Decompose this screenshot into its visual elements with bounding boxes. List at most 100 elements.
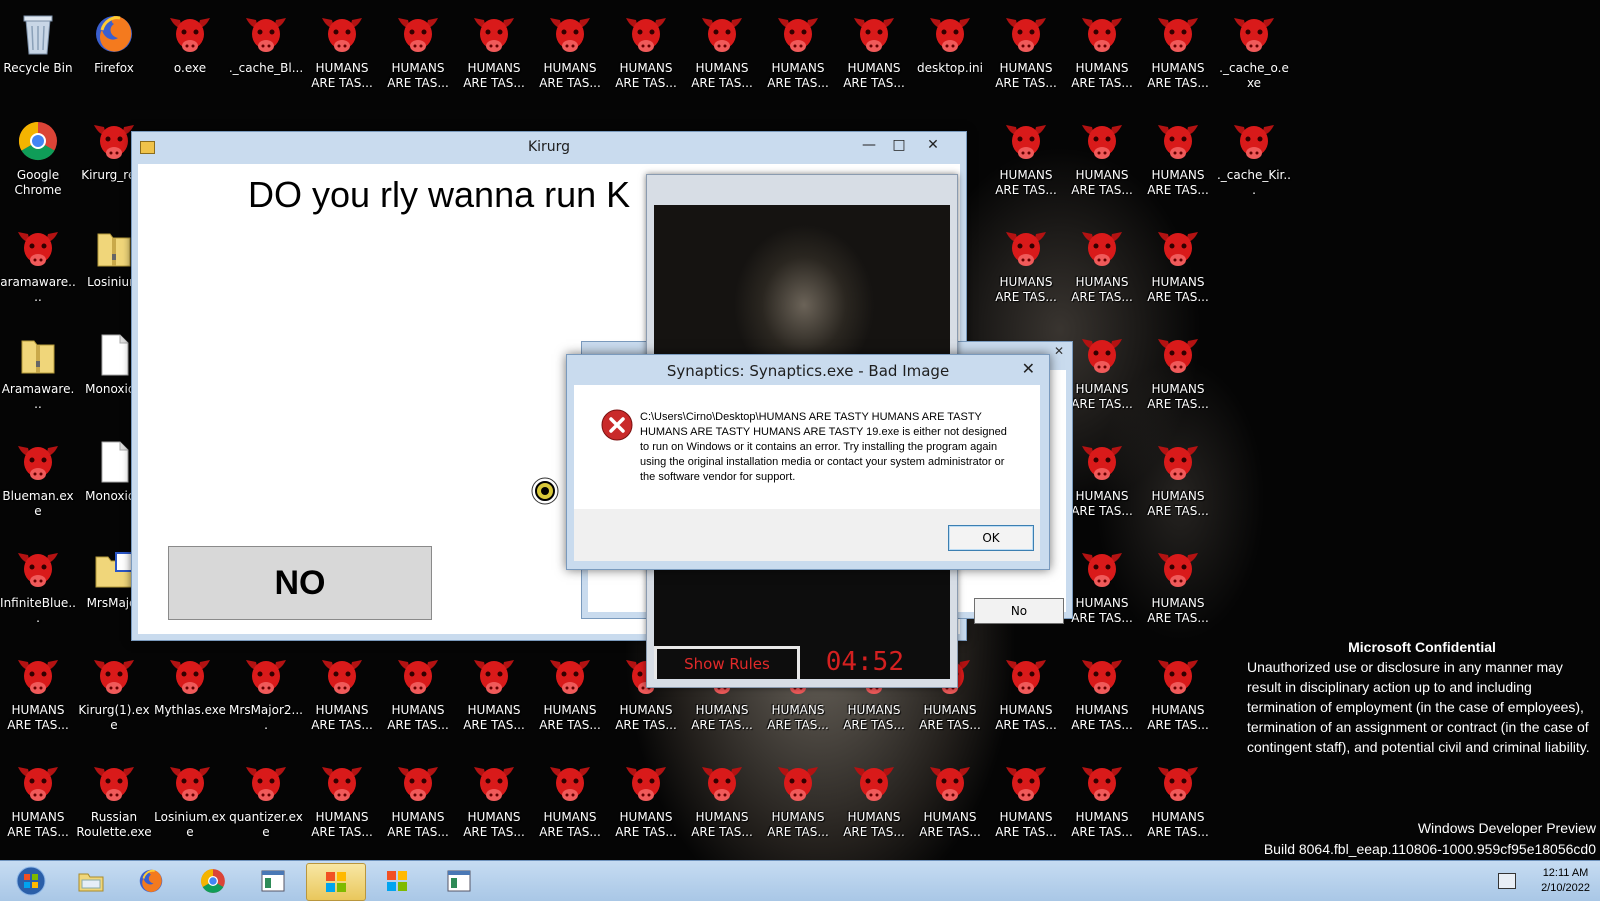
no-button[interactable]: NO [168, 546, 432, 620]
desktop-icon[interactable]: HUMANS ARE TAS... [380, 753, 456, 857]
desktop-icon[interactable]: MrsMajor2.... [228, 646, 304, 750]
desktop-icon-label: HUMANS ARE TAS... [1071, 489, 1133, 518]
desktop-icon[interactable]: HUMANS ARE TAS... [1064, 539, 1140, 643]
desktop-icon[interactable]: HUMANS ARE TAS... [1140, 432, 1216, 536]
desktop-icon[interactable]: HUMANS ARE TAS... [1064, 218, 1140, 322]
desktop-icon[interactable]: HUMANS ARE TAS... [684, 753, 760, 857]
desktop-icon[interactable]: HUMANS ARE TAS... [1140, 753, 1216, 857]
desktop-icon[interactable]: HUMANS ARE TAS... [456, 4, 532, 108]
desktop-icon[interactable]: HUMANS ARE TAS... [1064, 111, 1140, 215]
desktop-icon[interactable]: ._cache_Bl... [228, 4, 304, 108]
desktop-icon[interactable]: HUMANS ARE TAS... [1140, 539, 1216, 643]
start-orb-icon[interactable] [2, 863, 60, 899]
desktop-icon-label: HUMANS ARE TAS... [1071, 810, 1133, 839]
desktop-icon[interactable]: HUMANS ARE TAS... [1140, 218, 1216, 322]
desktop-icon-label: HUMANS ARE TAS... [1147, 168, 1209, 197]
ok-button[interactable]: OK [948, 525, 1034, 551]
bull-head-icon [470, 652, 518, 700]
video-frame [654, 205, 950, 355]
desktop-icon[interactable]: Blueman.exe [0, 432, 76, 536]
desktop-icon[interactable]: ._cache_Kir... [1216, 111, 1292, 215]
desktop-icon[interactable]: HUMANS ARE TAS... [608, 4, 684, 108]
no-button-small[interactable]: No [974, 598, 1064, 624]
countdown-timer: 04:52 [825, 647, 904, 677]
bull-head-icon [470, 759, 518, 807]
desktop-icon[interactable]: HUMANS ARE TAS... [988, 111, 1064, 215]
desktop-icon[interactable]: HUMANS ARE TAS... [1064, 432, 1140, 536]
desktop-icon[interactable]: HUMANS ARE TAS... [456, 753, 532, 857]
close-icon[interactable]: ✕ [1054, 344, 1064, 358]
desktop-icon-label: HUMANS ARE TAS... [539, 810, 601, 839]
maximize-icon[interactable]: □ [884, 134, 914, 156]
desktop-icon[interactable]: HUMANS ARE TAS... [836, 4, 912, 108]
bull-head-icon [166, 652, 214, 700]
close-icon[interactable]: ✕ [1022, 359, 1035, 378]
desktop-icon[interactable]: desktop.ini [912, 4, 988, 108]
desktop-icon[interactable]: HUMANS ARE TAS... [380, 646, 456, 750]
desktop-icon[interactable]: Russian Roulette.exe [76, 753, 152, 857]
desktop-icon[interactable]: HUMANS ARE TAS... [988, 753, 1064, 857]
desktop-icon[interactable]: Recycle Bin [0, 4, 76, 108]
desktop-icon-label: HUMANS ARE TAS... [767, 703, 829, 732]
kirurg-titlebar[interactable]: Kirurg — □ ✕ [132, 132, 966, 162]
desktop-icon[interactable]: HUMANS ARE TAS... [760, 753, 836, 857]
desktop-icon[interactable]: quantizer.exe [228, 753, 304, 857]
desktop-icon-label: HUMANS ARE TAS... [311, 810, 373, 839]
desktop-icon[interactable]: Losinium.exe [152, 753, 228, 857]
desktop-icon[interactable]: Mythlas.exe [152, 646, 228, 750]
desktop-icon[interactable]: InfiniteBlue... [0, 539, 76, 643]
desktop-icon[interactable]: HUMANS ARE TAS... [988, 218, 1064, 322]
desktop-icon[interactable]: HUMANS ARE TAS... [532, 4, 608, 108]
flag-app-icon[interactable] [368, 863, 426, 899]
message-area: C:\Users\Cirno\Desktop\HUMANS ARE TASTY … [574, 385, 1040, 509]
desktop-icon[interactable]: HUMANS ARE TAS... [304, 4, 380, 108]
desktop-icon[interactable]: HUMANS ARE TAS... [304, 753, 380, 857]
desktop-icon[interactable]: Kirurg(1).exe [76, 646, 152, 750]
desktop-icon[interactable]: HUMANS ARE TAS... [0, 753, 76, 857]
desktop-icon[interactable]: HUMANS ARE TAS... [304, 646, 380, 750]
clock[interactable]: 12:11 AM 2/10/2022 [1541, 866, 1590, 896]
desktop-icon[interactable]: HUMANS ARE TAS... [532, 753, 608, 857]
desktop-icon[interactable]: ._cache_o.exe [1216, 4, 1292, 108]
show-rules-button[interactable]: Show Rules [654, 646, 800, 679]
desktop-icon[interactable]: HUMANS ARE TAS... [988, 646, 1064, 750]
desktop-icon[interactable]: HUMANS ARE TAS... [532, 646, 608, 750]
bull-head-icon [1078, 652, 1126, 700]
desktop-icon[interactable]: HUMANS ARE TAS... [0, 646, 76, 750]
desktop-icon-label: Losinium.exe [154, 810, 226, 839]
desktop-icon[interactable]: HUMANS ARE TAS... [1064, 646, 1140, 750]
desktop-icon[interactable]: HUMANS ARE TAS... [684, 4, 760, 108]
desktop-icon[interactable]: HUMANS ARE TAS... [456, 646, 532, 750]
action-center-icon[interactable] [1498, 873, 1516, 889]
window-app-icon[interactable] [430, 863, 488, 899]
desktop-icon[interactable]: HUMANS ARE TAS... [1064, 4, 1140, 108]
desktop-icon[interactable]: HUMANS ARE TAS... [988, 4, 1064, 108]
file-explorer-icon[interactable] [62, 863, 120, 899]
desktop-icon[interactable]: HUMANS ARE TAS... [608, 753, 684, 857]
desktop-icon[interactable]: HUMANS ARE TAS... [1140, 325, 1216, 429]
desktop-icon[interactable]: HUMANS ARE TAS... [912, 753, 988, 857]
desktop-icon[interactable]: HUMANS ARE TAS... [1064, 325, 1140, 429]
desktop-icon[interactable]: Firefox [76, 4, 152, 108]
desktop-icon[interactable]: HUMANS ARE TAS... [836, 753, 912, 857]
bull-head-icon [242, 759, 290, 807]
desktop-icon[interactable]: o.exe [152, 4, 228, 108]
flag-app-icon[interactable] [306, 863, 366, 901]
desktop-icon[interactable]: Google Chrome [0, 111, 76, 215]
desktop-icon[interactable]: aramaware.... [0, 218, 76, 322]
taskbar: 12:11 AM 2/10/2022 [0, 860, 1600, 901]
bull-head-icon [1078, 117, 1126, 165]
window-app-icon[interactable] [244, 863, 302, 899]
desktop-icon[interactable]: HUMANS ARE TAS... [1140, 646, 1216, 750]
desktop-icon[interactable]: HUMANS ARE TAS... [1140, 4, 1216, 108]
desktop-icon[interactable]: HUMANS ARE TAS... [1064, 753, 1140, 857]
close-icon[interactable]: ✕ [918, 134, 948, 156]
desktop-icon[interactable]: Aramaware... [0, 325, 76, 429]
chrome-icon[interactable] [184, 863, 242, 899]
desktop-icon[interactable]: HUMANS ARE TAS... [1140, 111, 1216, 215]
desktop-icon[interactable]: HUMANS ARE TAS... [760, 4, 836, 108]
bull-head-icon [622, 759, 670, 807]
desktop-icon[interactable]: HUMANS ARE TAS... [380, 4, 456, 108]
firefox-icon[interactable] [122, 863, 180, 899]
minimize-icon[interactable]: — [854, 134, 884, 156]
